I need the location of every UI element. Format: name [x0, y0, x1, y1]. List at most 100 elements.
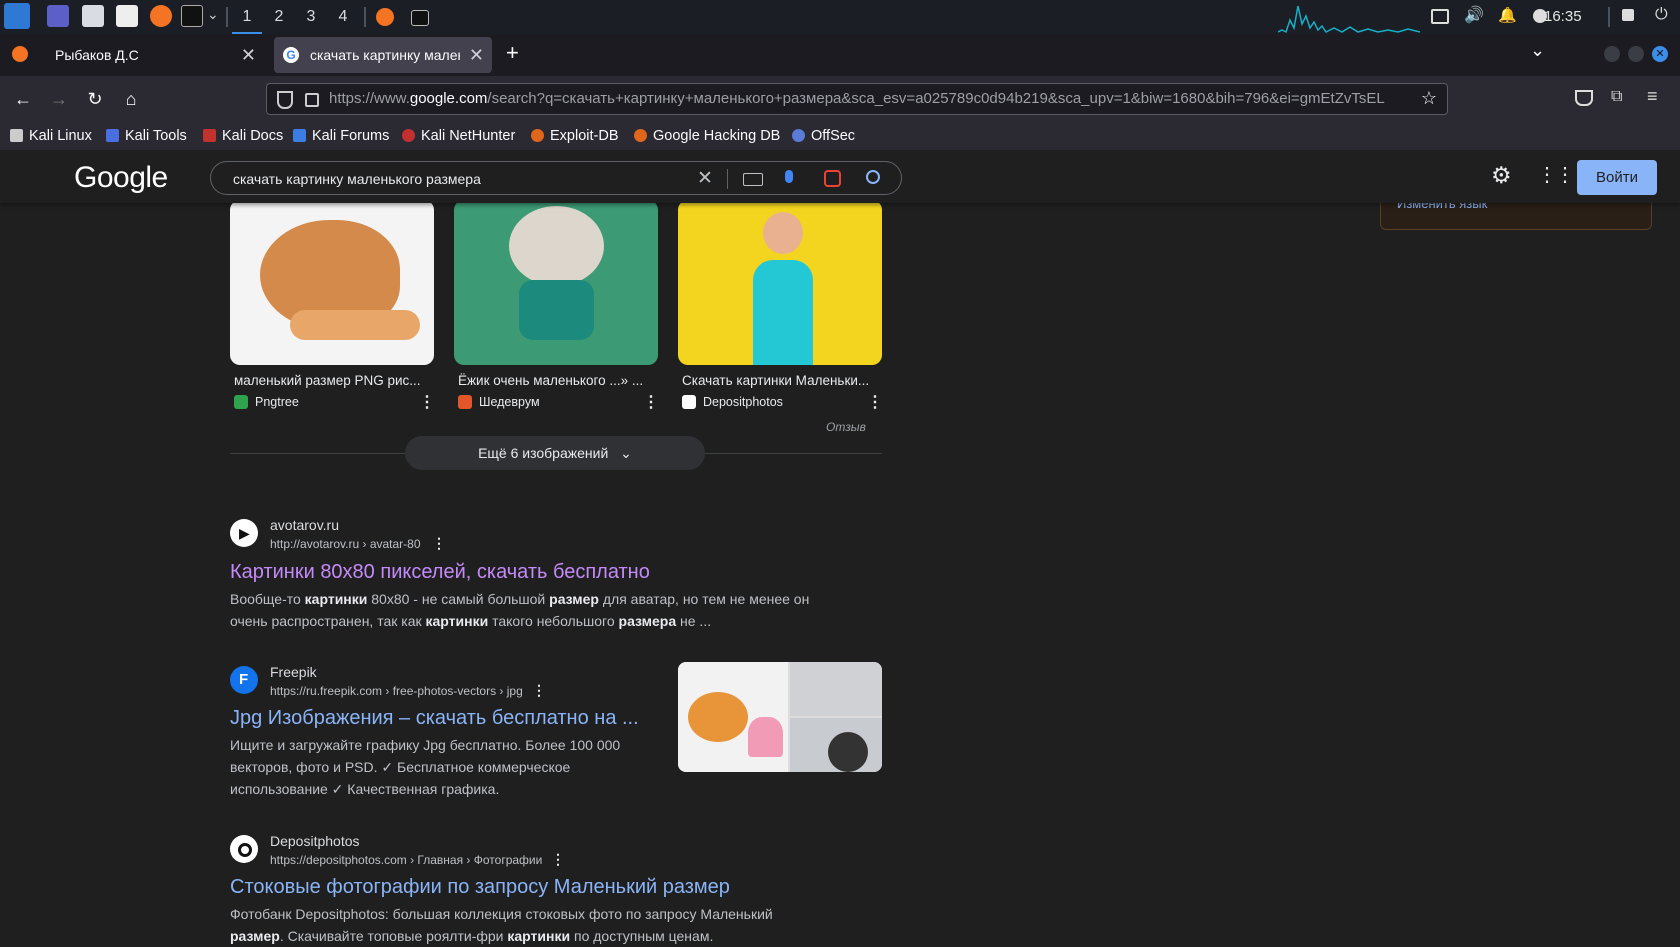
bookmark-star-icon[interactable]: ☆ — [1421, 88, 1437, 109]
image-source[interactable]: Pngtree — [234, 395, 299, 409]
result-url[interactable]: https://ru.freepik.com › free-photos-vec… — [270, 684, 523, 698]
bookmark-kali-linux[interactable]: Kali Linux — [10, 125, 92, 147]
shield-icon[interactable] — [277, 91, 293, 109]
firefox-view-icon[interactable] — [12, 46, 28, 62]
close-window-button[interactable]: ✕ — [1652, 46, 1668, 62]
lens-icon[interactable] — [824, 170, 841, 187]
bookmark-kali-forums[interactable]: Kali Forums — [293, 125, 389, 147]
result-thumbnail[interactable] — [678, 662, 882, 772]
search-icon[interactable] — [866, 170, 880, 184]
maximize-button[interactable] — [1628, 46, 1644, 62]
more-options-icon[interactable]: ⋮ — [643, 392, 659, 412]
pngtree-icon — [234, 395, 248, 409]
result-title-link[interactable]: Стоковые фотографии по запросу Маленький… — [230, 876, 730, 899]
sign-in-button[interactable]: Войти — [1577, 160, 1657, 195]
result-url[interactable]: https://depositphotos.com › Главная › Фо… — [270, 853, 542, 867]
menu-icon[interactable]: ≡ — [1647, 86, 1658, 107]
image-caption[interactable]: маленький размер PNG рис... — [234, 373, 438, 388]
volume-icon[interactable]: 🔊 — [1464, 5, 1484, 25]
more-images-button[interactable]: Ещё 6 изображений ⌄ — [405, 436, 705, 470]
tab-google-search[interactable]: G скачать картинку маленького размера ✕ — [274, 37, 492, 73]
kali-tools-icon — [106, 129, 119, 142]
result-site-name: Depositphotos — [270, 833, 360, 849]
nethunter-icon — [402, 129, 415, 142]
google-header: Google ✕ ⚙ ⋮⋮⋮ Войти — [0, 150, 1680, 203]
more-options-icon[interactable]: ⋮ — [532, 682, 546, 699]
more-options-icon[interactable]: ⋮ — [419, 392, 435, 412]
forward-button[interactable]: → — [44, 84, 74, 114]
keyboard-icon[interactable] — [743, 173, 763, 186]
depositphotos-icon — [682, 395, 696, 409]
lock-icon[interactable] — [305, 93, 319, 107]
search-box[interactable]: ✕ — [210, 161, 902, 196]
google-logo[interactable]: Google — [74, 161, 168, 195]
clear-icon[interactable]: ✕ — [697, 167, 713, 190]
settings-gear-icon[interactable]: ⚙ — [1491, 162, 1512, 189]
feedback-link[interactable]: Отзыв — [826, 420, 866, 434]
firefox-window-icon[interactable] — [376, 8, 394, 26]
kali-forums-icon — [293, 129, 306, 142]
result-title-link[interactable]: Jpg Изображения – скачать бесплатно на .… — [230, 707, 639, 730]
exploit-db-icon — [531, 129, 544, 142]
kali-menu-icon[interactable] — [4, 3, 30, 29]
desktop-icon[interactable] — [47, 5, 69, 27]
image-result-hedgehog[interactable] — [454, 200, 658, 365]
bookmark-exploit-db[interactable]: Exploit-DB — [531, 125, 619, 147]
ghdb-icon — [634, 129, 647, 142]
workspace-1[interactable]: 1 — [232, 0, 262, 34]
url-bar[interactable]: https://www.google.com/search?q=скачать+… — [266, 83, 1448, 115]
kali-docs-icon — [203, 129, 216, 142]
more-options-icon[interactable]: ⋮ — [432, 535, 446, 552]
image-source[interactable]: Depositphotos — [682, 395, 783, 409]
close-icon[interactable]: ✕ — [469, 37, 484, 73]
firefox-icon[interactable] — [150, 5, 172, 27]
notification-bell-icon[interactable]: 🔔 — [1498, 6, 1517, 24]
browser-tab-strip: Рыбаков Д.С ✕ G скачать картинку маленьк… — [0, 34, 1680, 76]
navigation-bar: ← → ↻ ⌂ https://www.google.com/search?q=… — [0, 76, 1680, 122]
lock-icon[interactable] — [1622, 9, 1634, 21]
depositphotos-favicon-icon — [230, 835, 258, 863]
list-tabs-icon[interactable]: ⌄ — [1530, 40, 1545, 61]
result-snippet: Ищите и загружайте графику Jpg бесплатно… — [230, 737, 621, 797]
terminal-icon[interactable] — [181, 5, 203, 27]
workspace-4[interactable]: 4 — [328, 0, 358, 34]
bookmarks-toolbar: Kali Linux Kali Tools Kali Docs Kali For… — [0, 122, 1680, 151]
workspace-2[interactable]: 2 — [264, 0, 294, 34]
file-manager-icon[interactable] — [82, 5, 104, 27]
workspace-3[interactable]: 3 — [296, 0, 326, 34]
image-caption[interactable]: Ёжик очень маленького ...» ... — [458, 373, 662, 388]
chevron-down-icon[interactable]: ⌄ — [207, 6, 219, 23]
desktop-taskbar: ⌄ 1 2 3 4 🔊 🔔 16:35 ⏻ — [0, 0, 1680, 34]
more-options-icon[interactable]: ⋮ — [551, 851, 565, 868]
more-options-icon[interactable]: ⋮ — [867, 392, 883, 412]
home-button[interactable]: ⌂ — [116, 84, 146, 114]
shedevrum-icon — [458, 395, 472, 409]
bookmark-offsec[interactable]: OffSec — [792, 125, 855, 147]
image-result-dog[interactable] — [230, 200, 434, 365]
image-source[interactable]: Шедеврум — [458, 395, 540, 409]
reload-button[interactable]: ↻ — [80, 84, 110, 114]
extensions-icon[interactable]: ⧉ — [1611, 88, 1622, 106]
result-snippet: Фотобанк Depositphotos: большая коллекци… — [230, 906, 773, 944]
search-input[interactable] — [231, 162, 675, 196]
new-tab-button[interactable]: + — [506, 40, 519, 66]
terminal-window-icon[interactable] — [411, 10, 429, 26]
pocket-icon[interactable] — [1575, 90, 1593, 106]
text-editor-icon[interactable] — [116, 5, 138, 27]
image-caption[interactable]: Скачать картинки Маленьки... — [682, 373, 886, 388]
display-icon[interactable] — [1431, 9, 1449, 24]
tab-rybakov[interactable]: Рыбаков Д.С ✕ — [44, 37, 264, 73]
close-icon[interactable]: ✕ — [241, 37, 256, 73]
image-result-woman[interactable] — [678, 200, 882, 365]
result-url[interactable]: http://avotarov.ru › avatar-80 — [270, 537, 421, 551]
minimize-button[interactable] — [1604, 46, 1620, 62]
bookmark-kali-nethunter[interactable]: Kali NetHunter — [402, 125, 515, 147]
microphone-icon[interactable] — [785, 170, 793, 183]
bookmark-google-hacking-db[interactable]: Google Hacking DB — [634, 125, 780, 147]
result-title-link[interactable]: Картинки 80х80 пикселей, скачать бесплат… — [230, 561, 650, 584]
bookmark-kali-tools[interactable]: Kali Tools — [106, 125, 187, 147]
bookmark-kali-docs[interactable]: Kali Docs — [203, 125, 283, 147]
logout-icon[interactable]: ⏻ — [1655, 6, 1668, 24]
back-button[interactable]: ← — [8, 84, 38, 114]
url-text[interactable]: https://www.google.com/search?q=скачать+… — [329, 84, 1409, 114]
